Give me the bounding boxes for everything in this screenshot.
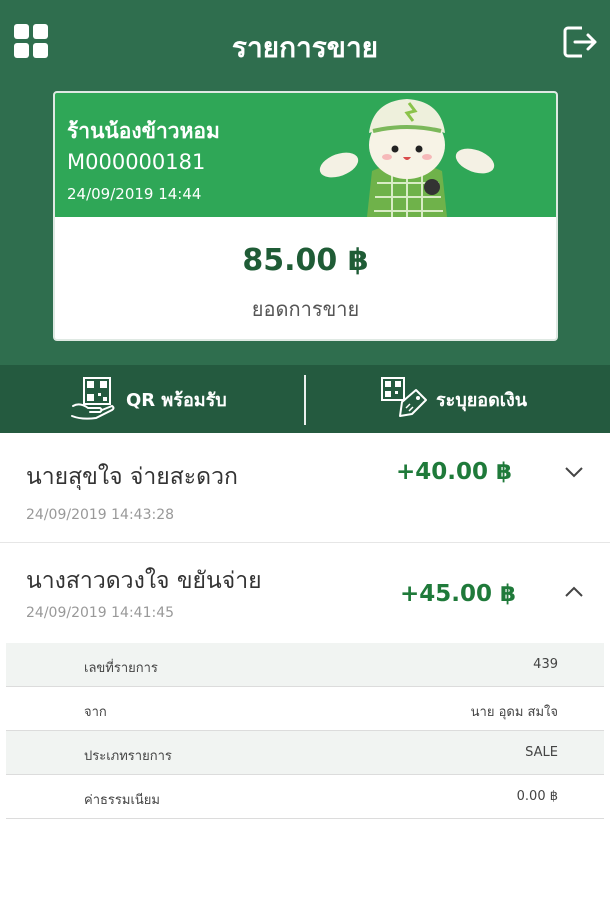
qr-tag-icon — [381, 377, 427, 417]
qr-hand-icon — [71, 377, 115, 420]
logout-icon[interactable] — [560, 22, 600, 62]
specify-amount-label: ระบุยอดเงิน — [436, 389, 528, 411]
detail-row: ประเภทรายการ SALE — [6, 731, 604, 775]
mascot-image — [319, 99, 495, 217]
card-datetime: 24/09/2019 14:44 — [67, 185, 202, 203]
merchant-id: M000000181 — [67, 150, 206, 174]
transaction-payer: นายสุขใจ จ่ายสะดวก — [26, 464, 238, 490]
chevron-up-icon[interactable] — [563, 585, 585, 599]
qr-receive-button[interactable]: QR พร้อมรับ — [70, 365, 227, 433]
transaction-amount: +40.00 ฿ — [396, 459, 513, 485]
transaction-datetime: 24/09/2019 14:43:28 — [26, 507, 175, 523]
total-amount: 85.00 ฿ — [242, 243, 369, 278]
transaction-item-expanded[interactable]: นางสาวดวงใจ ขยันจ่าย +45.00 ฿ 24/09/2019… — [0, 543, 610, 643]
detail-value: 439 — [533, 657, 558, 672]
transaction-amount: +45.00 ฿ — [400, 581, 517, 607]
detail-value: นาย อุดม สมใจ — [470, 705, 558, 720]
transaction-datetime: 24/09/2019 14:41:45 — [26, 605, 175, 621]
page-title: รายการขาย — [231, 31, 379, 64]
detail-value: SALE — [525, 745, 558, 760]
transaction-payer: นางสาวดวงใจ ขยันจ่าย — [26, 568, 262, 594]
total-amount-label: ยอดการขาย — [251, 297, 360, 321]
shop-name: ร้านน้องข้าวหอม — [67, 119, 220, 143]
action-divider — [304, 375, 306, 425]
detail-label: ประเภทรายการ — [84, 749, 172, 764]
detail-label: ค่าธรรมเนียม — [84, 793, 160, 808]
action-bar: QR พร้อมรับ ระบุยอดเงิน — [0, 365, 610, 433]
detail-row: ค่าธรรมเนียม 0.00 ฿ — [6, 775, 604, 819]
specify-amount-button[interactable]: ระบุยอดเงิน — [380, 365, 527, 433]
card-header: ร้านน้องข้าวหอม M000000181 24/09/2019 14… — [55, 93, 556, 217]
detail-row: จาก นาย อุดม สมใจ — [6, 687, 604, 731]
header-area: รายการขาย ร้านน้องข้าวหอม M000000181 24/… — [0, 0, 610, 365]
detail-label: เลขที่รายการ — [84, 661, 158, 676]
qr-receive-label: QR พร้อมรับ — [126, 389, 227, 411]
transaction-item[interactable]: นายสุขใจ จ่ายสะดวก +40.00 ฿ 24/09/2019 1… — [0, 433, 610, 543]
chevron-down-icon[interactable] — [563, 465, 585, 479]
detail-row: เลขที่รายการ 439 — [6, 643, 604, 687]
detail-label: จาก — [84, 705, 107, 720]
detail-value: 0.00 ฿ — [516, 789, 558, 804]
summary-card: ร้านน้องข้าวหอม M000000181 24/09/2019 14… — [53, 91, 558, 341]
transaction-detail-table: เลขที่รายการ 439 จาก นาย อุดม สมใจ ประเภ… — [6, 643, 604, 819]
